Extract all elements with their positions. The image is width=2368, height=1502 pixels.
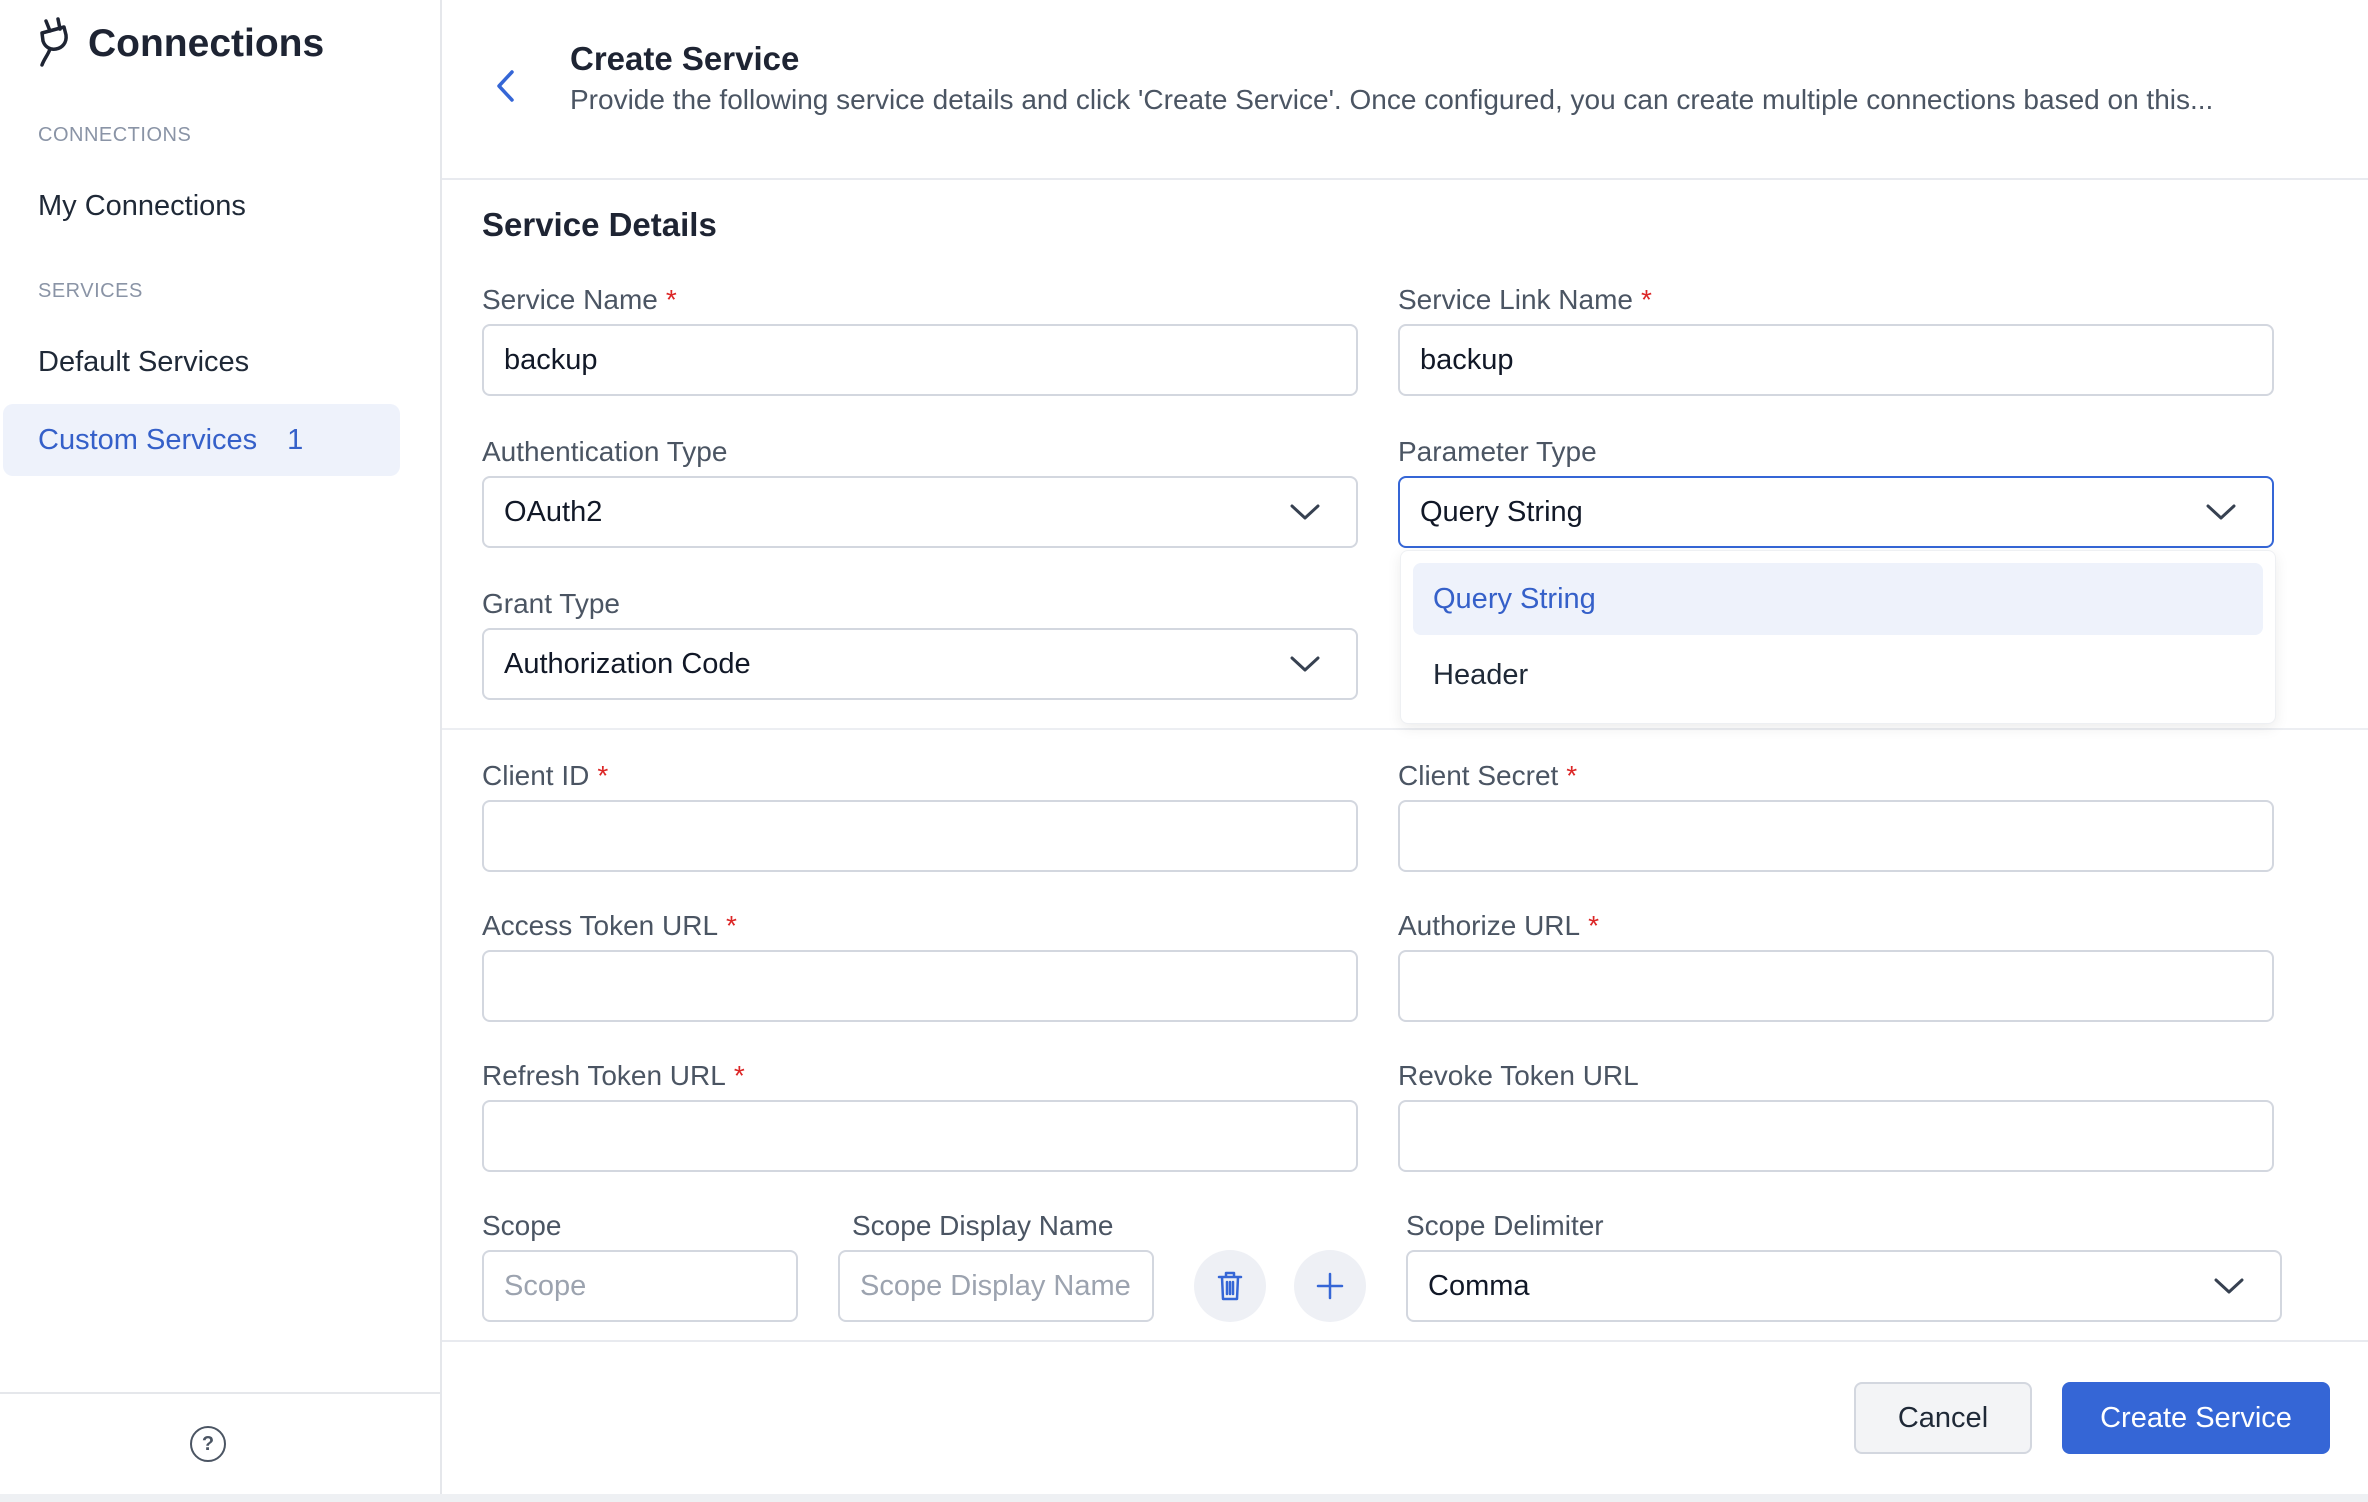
chevron-down-icon (2206, 504, 2236, 520)
client-secret-label: Client Secret * (1398, 760, 1578, 791)
authentication-type-label: Authentication Type (482, 436, 728, 467)
back-button[interactable] (488, 64, 522, 108)
chevron-left-icon (497, 70, 514, 102)
access-token-url-label: Access Token URL * (482, 910, 737, 941)
client-id-label: Client ID * (482, 760, 609, 791)
footer-divider (442, 1340, 2368, 1342)
dropdown-option-header[interactable]: Header (1413, 639, 2263, 711)
refresh-token-url-label: Refresh Token URL * (482, 1060, 745, 1091)
client-secret-input[interactable] (1398, 800, 2274, 872)
trash-icon (1217, 1271, 1243, 1301)
service-link-name-input[interactable]: backup (1398, 324, 2274, 396)
sidebar-footer: ? (0, 1392, 440, 1498)
chevron-down-icon (2214, 1278, 2244, 1294)
chevron-down-icon (1290, 504, 1320, 520)
page-subtitle: Provide the following service details an… (570, 84, 2214, 115)
section-title: Service Details (482, 206, 717, 243)
sidebar: Connections CONNECTIONS My Connections S… (0, 0, 442, 1496)
nav-item-my-connections[interactable]: My Connections (38, 190, 246, 223)
grant-type-label: Grant Type (482, 588, 621, 619)
nav-item-custom-services[interactable]: Custom Services 1 (3, 404, 400, 476)
parameter-type-label: Parameter Type (1398, 436, 1597, 467)
nav-item-default-services[interactable]: Default Services (38, 346, 249, 379)
access-token-url-input[interactable] (482, 950, 1358, 1022)
bottom-edge (0, 1494, 2368, 1502)
service-link-name-label: Service Link Name * (1398, 284, 1652, 315)
create-service-button[interactable]: Create Service (2062, 1382, 2330, 1454)
authorize-url-input[interactable] (1398, 950, 2274, 1022)
revoke-token-url-label: Revoke Token URL (1398, 1060, 1639, 1091)
app-name: Connections (88, 22, 325, 65)
scope-delimiter-label: Scope Delimiter (1406, 1210, 1604, 1241)
authorize-url-label: Authorize URL * (1398, 910, 1599, 941)
service-name-label: Service Name * (482, 284, 677, 315)
help-icon[interactable]: ? (190, 1426, 226, 1462)
nav-item-label: Custom Services (38, 423, 258, 456)
grant-type-select[interactable]: Authorization Code (482, 628, 1358, 700)
cancel-button[interactable]: Cancel (1854, 1382, 2032, 1454)
delete-scope-button[interactable] (1194, 1250, 1266, 1322)
plus-icon (1316, 1272, 1344, 1300)
client-id-input[interactable] (482, 800, 1358, 872)
section-label-services: SERVICES (38, 280, 143, 302)
parameter-type-select[interactable]: Query String (1398, 476, 2274, 548)
header-divider (442, 178, 2368, 180)
scope-label: Scope (482, 1210, 562, 1241)
scope-input[interactable]: Scope (482, 1250, 798, 1322)
parameter-type-dropdown: Query String Header (1400, 550, 2276, 724)
revoke-token-url-input[interactable] (1398, 1100, 2274, 1172)
app-title: Connections (36, 16, 324, 72)
plug-icon (36, 16, 74, 72)
scope-display-name-input[interactable]: Scope Display Name (838, 1250, 1154, 1322)
nav-item-count-badge: 1 (287, 423, 304, 456)
scope-display-name-label: Scope Display Name (852, 1210, 1114, 1241)
page-title: Create Service (570, 40, 800, 77)
service-name-input[interactable]: backup (482, 324, 1358, 396)
section-label-connections: CONNECTIONS (38, 124, 192, 146)
refresh-token-url-input[interactable] (482, 1100, 1358, 1172)
section-divider (442, 728, 2368, 730)
scope-delimiter-select[interactable]: Comma (1406, 1250, 2282, 1322)
dropdown-option-query-string[interactable]: Query String (1413, 563, 2263, 635)
add-scope-button[interactable] (1294, 1250, 1366, 1322)
chevron-down-icon (1290, 656, 1320, 672)
authentication-type-select[interactable]: OAuth2 (482, 476, 1358, 548)
